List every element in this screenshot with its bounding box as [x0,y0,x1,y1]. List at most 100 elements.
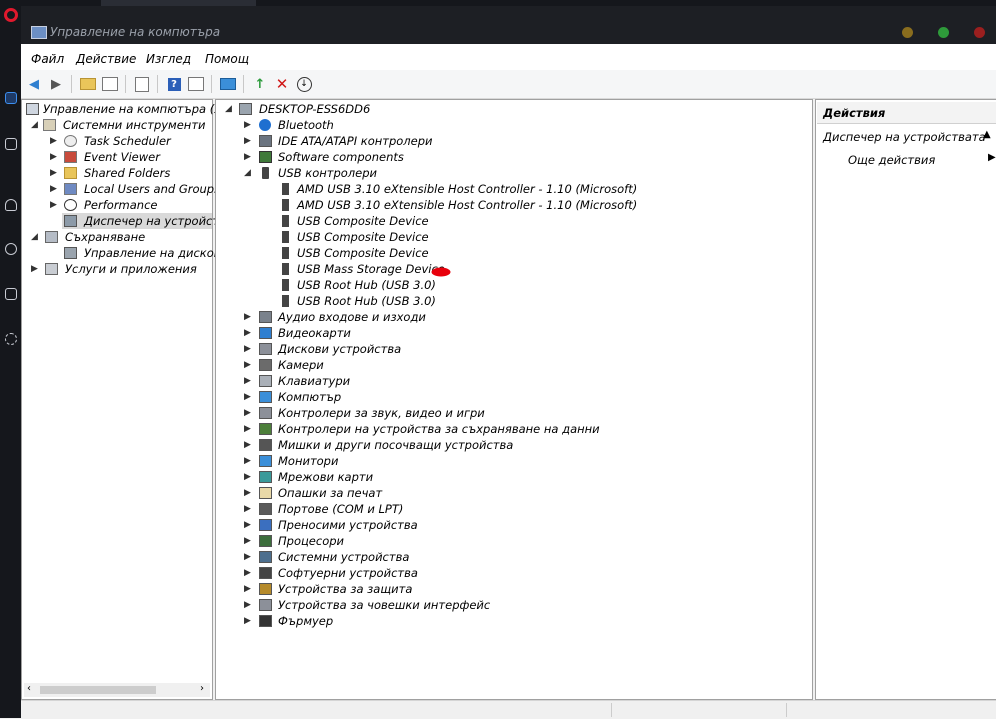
expand-toggle-icon[interactable]: ▶ [50,165,57,181]
collapse-toggle-icon[interactable]: ◢ [31,229,38,245]
expand-toggle-icon[interactable]: ▶ [244,405,251,421]
collapse-toggle-icon[interactable]: ◢ [31,117,38,133]
tree-performance-label: Performance [84,198,158,212]
expand-toggle-icon[interactable]: ▶ [244,149,251,165]
actions-section-label: Диспечер на устройствата [823,130,986,144]
device-category-label: Аудио входове и изходи [278,310,426,324]
forward-arrow-icon[interactable]: ▶ [47,75,65,93]
tree-task-scheduler-label: Task Scheduler [84,134,171,148]
expand-toggle-icon[interactable]: ▶ [244,421,251,437]
expand-toggle-icon[interactable]: ▶ [244,613,251,629]
menu-view[interactable]: Изглед [146,52,191,66]
device-category-label: Системни устройства [278,550,410,564]
expand-toggle-icon[interactable]: ▶ [244,517,251,533]
more-actions-item[interactable]: Още действия ▶ [817,151,996,169]
mouse-icon [259,439,272,451]
menu-action[interactable]: Действие [76,52,136,66]
device-category-label: Контролери на устройства за съхраняване … [278,422,600,436]
close-button[interactable] [974,27,985,38]
show-hide-tree-icon[interactable] [101,75,119,93]
monitor-icon[interactable] [219,75,237,93]
scrollbar-thumb[interactable] [40,686,156,694]
back-arrow-icon[interactable]: ◀ [25,75,43,93]
extensions-cube-icon[interactable] [5,288,17,300]
update-driver-icon[interactable]: ↑ [251,75,269,93]
usb-device-label: USB Root Hub (USB 3.0) [297,278,436,292]
collapse-up-icon[interactable]: ▲ [983,129,991,140]
usb-connector-icon [282,279,289,291]
device-category-label: Монитори [278,454,339,468]
tree-root-label: Управление на компютъра (л [43,102,222,116]
usb-connector-icon [262,167,269,179]
opera-logo-icon[interactable] [4,8,18,22]
menu-bar: Файл Действие Изглед Помощ [21,44,996,71]
uninstall-icon[interactable]: ✕ [273,75,291,93]
expand-toggle-icon[interactable]: ▶ [244,437,251,453]
status-divider [611,703,612,717]
properties-icon[interactable] [133,75,151,93]
usb-device-label: AMD USB 3.10 eXtensible Host Controller … [297,198,638,212]
expand-toggle-icon[interactable]: ▶ [244,533,251,549]
expand-toggle-icon[interactable]: ▶ [244,389,251,405]
expand-toggle-icon[interactable]: ▶ [244,565,251,581]
device-category-label: USB контролери [278,166,377,180]
minimize-button[interactable] [902,27,913,38]
expand-toggle-icon[interactable]: ▶ [244,117,251,133]
history-icon[interactable] [5,243,17,255]
collapse-toggle-icon[interactable]: ◢ [225,101,232,117]
tree-event-viewer-label: Event Viewer [84,150,160,164]
expand-toggle-icon[interactable]: ▶ [244,133,251,149]
expand-toggle-icon[interactable]: ▶ [244,597,251,613]
expand-toggle-icon[interactable]: ▶ [244,341,251,357]
device-category-label: Камери [278,358,324,372]
users-icon [64,183,77,195]
expand-toggle-icon[interactable]: ▶ [244,325,251,341]
submenu-arrow-icon[interactable]: ▶ [988,152,996,163]
device-category-label: Software components [278,150,404,164]
help-pane-icon[interactable] [187,75,205,93]
expand-toggle-icon[interactable]: ▶ [244,357,251,373]
menu-help[interactable]: Помощ [205,52,249,66]
actions-header-label: Действия [823,106,886,120]
usb-device-label: USB Composite Device [297,214,429,228]
menu-file[interactable]: Файл [31,52,64,66]
expand-toggle-icon[interactable]: ▶ [244,469,251,485]
expand-toggle-icon[interactable]: ▶ [50,181,57,197]
expand-toggle-icon[interactable]: ▶ [50,133,57,149]
expand-toggle-icon[interactable]: ▶ [50,197,57,213]
actions-section-device-manager[interactable]: Диспечер на устройствата ▲ [817,128,996,146]
tree-local-users-label: Local Users and Groups [84,182,221,196]
expand-toggle-icon[interactable]: ▶ [31,261,38,277]
tree-system-tools-label: Системни инструменти [63,118,206,132]
usb-connector-icon [282,215,289,227]
red-marker-shape [431,267,451,277]
toolbar-separator [211,75,212,93]
pin-icon[interactable] [5,138,17,150]
expand-toggle-icon[interactable]: ▶ [244,581,251,597]
settings-gear-icon[interactable] [5,333,17,345]
scan-hardware-icon[interactable]: ↓ [295,75,313,93]
portable-device-icon [259,519,272,531]
expand-toggle-icon[interactable]: ▶ [244,453,251,469]
horizontal-scrollbar[interactable]: ‹ › [24,683,210,697]
home-icon[interactable] [5,92,17,104]
expand-toggle-icon[interactable]: ▶ [244,501,251,517]
usb-device-label: USB Composite Device [297,246,429,260]
device-category-label: Преносими устройства [278,518,418,532]
scroll-right-icon[interactable]: › [200,683,204,694]
scroll-left-icon[interactable]: ‹ [27,683,31,694]
expand-toggle-icon[interactable]: ▶ [244,373,251,389]
expand-toggle-icon[interactable]: ▶ [244,309,251,325]
status-bar [21,700,996,719]
folder-up-icon[interactable] [79,75,97,93]
heart-icon[interactable] [5,199,17,211]
usb-connector-icon [282,231,289,243]
help-icon[interactable]: ? [165,75,183,93]
collapse-toggle-icon[interactable]: ◢ [244,165,251,181]
expand-toggle-icon[interactable]: ▶ [50,149,57,165]
device-category-label: IDE ATA/ATAPI контролери [278,134,433,148]
device-computer-label: DESKTOP-ESS6DD6 [259,102,371,116]
maximize-button[interactable] [938,27,949,38]
expand-toggle-icon[interactable]: ▶ [244,549,251,565]
expand-toggle-icon[interactable]: ▶ [244,485,251,501]
